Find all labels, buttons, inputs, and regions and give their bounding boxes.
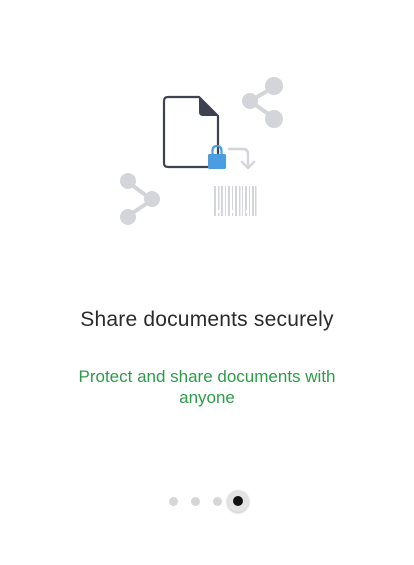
onboarding-screen: Share documents securely Protect and sha… (0, 0, 414, 565)
page-dot[interactable] (169, 497, 178, 506)
page-dot-active[interactable] (227, 490, 249, 512)
curved-arrow-icon (227, 147, 256, 170)
page-dot-active-inner (233, 496, 243, 506)
page-dot[interactable] (213, 497, 222, 506)
onboarding-subtitle: Protect and share documents with anyone (78, 367, 336, 407)
share-illustration (120, 77, 283, 225)
share-icon (242, 77, 283, 128)
barcode-icon (214, 186, 257, 216)
page-dot[interactable] (191, 497, 200, 506)
onboarding-title: Share documents securely (80, 308, 334, 331)
page-indicator (0, 490, 414, 514)
share-icon (120, 173, 160, 225)
